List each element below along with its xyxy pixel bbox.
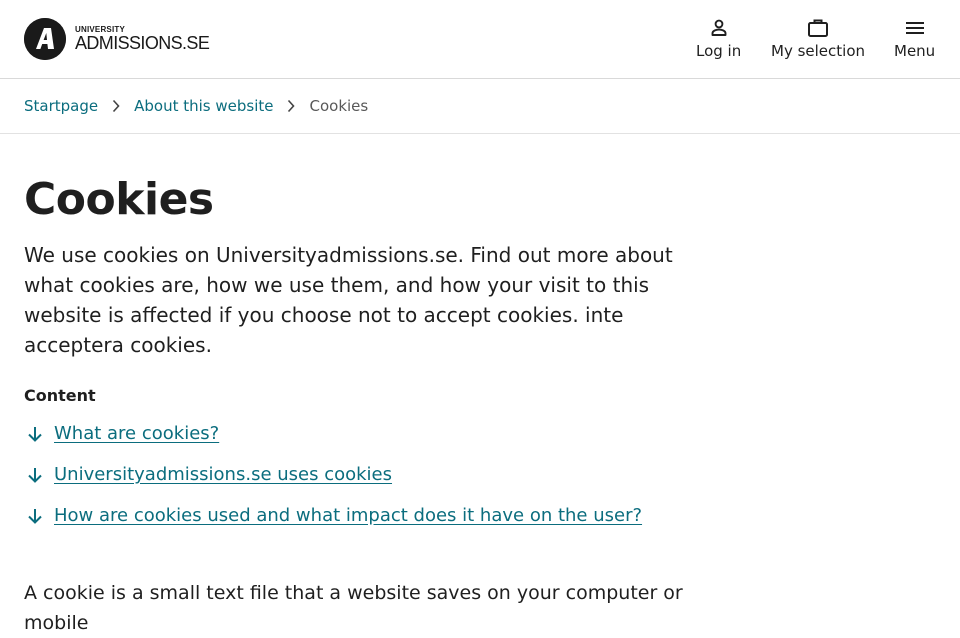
toc-item: How are cookies used and what impact doe…	[24, 495, 704, 536]
breadcrumb-link-about[interactable]: About this website	[134, 97, 273, 115]
table-of-contents: What are cookies? Universityadmissions.s…	[24, 413, 704, 536]
logo-big-text: ADMISSIONS.SE	[75, 33, 210, 53]
my-selection-button[interactable]: My selection	[771, 17, 865, 60]
toc-item: Universityadmissions.se uses cookies	[24, 454, 704, 495]
logo-a-icon	[24, 18, 66, 60]
arrow-down-icon	[24, 423, 46, 445]
toc-link-cookies-impact[interactable]: How are cookies used and what impact doe…	[54, 505, 642, 526]
briefcase-icon	[807, 17, 829, 39]
page-title: Cookies	[24, 174, 214, 225]
my-selection-label: My selection	[771, 42, 866, 60]
logo-wordmark: UNIVERSITY ADMISSIONS.SE	[75, 26, 210, 53]
arrow-down-icon	[24, 464, 46, 486]
person-icon	[708, 17, 730, 39]
chevron-right-icon	[111, 99, 121, 113]
toc-link-what-are-cookies[interactable]: What are cookies?	[54, 423, 219, 444]
site-header: UNIVERSITY ADMISSIONS.SE Log in My selec…	[0, 0, 960, 79]
login-button[interactable]: Log in	[696, 17, 741, 60]
breadcrumb-bar: Startpage About this website Cookies	[0, 79, 960, 134]
site-logo[interactable]: UNIVERSITY ADMISSIONS.SE	[24, 18, 210, 60]
breadcrumb-current: Cookies	[309, 97, 369, 115]
chevron-right-icon	[286, 99, 296, 113]
arrow-down-icon	[24, 505, 46, 527]
intro-text: We use cookies on Universityadmissions.s…	[24, 243, 673, 357]
body-paragraph: A cookie is a small text file that a web…	[24, 582, 683, 634]
toc-heading: Content	[24, 386, 96, 405]
login-label: Log in	[696, 42, 742, 60]
toc-item: What are cookies?	[24, 413, 704, 454]
main-content: Cookies We use cookies on Universityadmi…	[24, 172, 704, 638]
hamburger-menu-icon	[904, 17, 926, 39]
breadcrumb: Startpage About this website Cookies	[24, 97, 368, 115]
menu-label: Menu	[894, 42, 936, 60]
breadcrumb-link-startpage[interactable]: Startpage	[24, 97, 98, 115]
toc-link-uses-cookies[interactable]: Universityadmissions.se uses cookies	[54, 464, 392, 485]
menu-button[interactable]: Menu	[894, 17, 935, 60]
